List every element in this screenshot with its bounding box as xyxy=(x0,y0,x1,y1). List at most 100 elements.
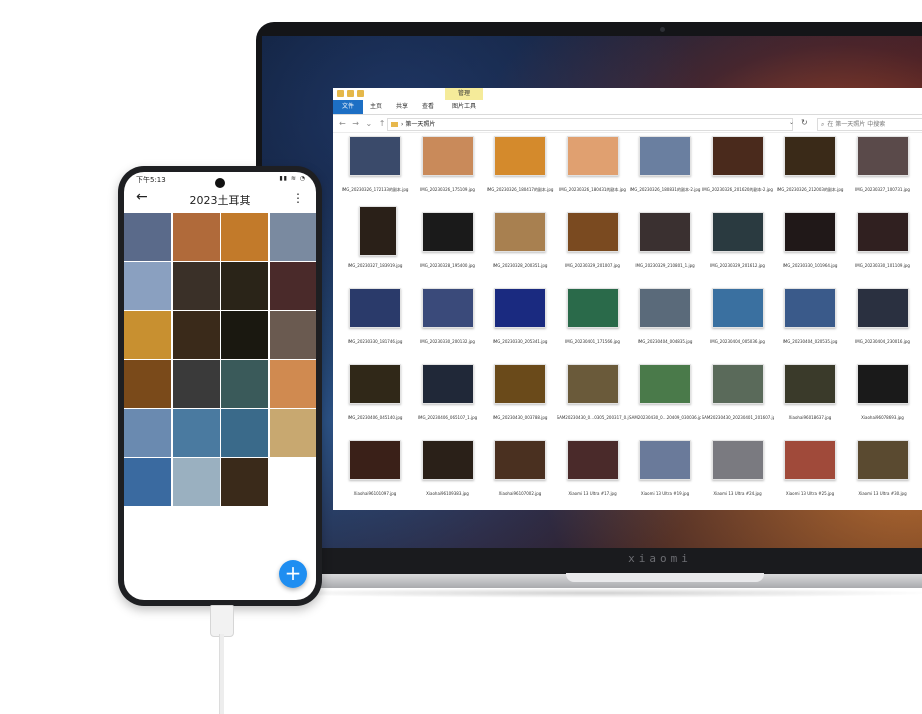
photo-thumbnail[interactable] xyxy=(269,360,316,408)
file-thumbnail xyxy=(566,212,619,252)
file-thumbnail xyxy=(349,288,401,328)
quick-access-toolbar[interactable] xyxy=(337,90,364,97)
tab-view[interactable]: 查看 xyxy=(417,100,439,114)
file-thumbnail xyxy=(639,136,691,176)
photo-thumbnail[interactable] xyxy=(124,311,171,359)
photo-thumbnail[interactable] xyxy=(124,360,171,408)
navigation-arrows[interactable]: ← → ⌄ ↑ xyxy=(339,119,387,128)
album-title: 2023土耳其 xyxy=(189,194,251,207)
more-options-icon[interactable]: ⋮ xyxy=(292,191,304,205)
photo-thumbnail[interactable] xyxy=(172,360,220,408)
file-name: IMG_20230326_212003的副本.jpg xyxy=(776,187,844,192)
file-thumbnail xyxy=(421,288,474,328)
laptop-chin xyxy=(256,548,922,574)
photo-thumbnail[interactable] xyxy=(221,311,268,359)
file-thumbnail xyxy=(494,440,546,480)
photo-thumbnail[interactable] xyxy=(172,213,220,261)
file-thumbnail xyxy=(359,206,397,256)
file-thumbnail xyxy=(494,288,546,328)
file-thumbnail xyxy=(566,440,619,480)
file-thumbnail xyxy=(494,212,546,252)
tab-picture-tools[interactable]: 图片工具 xyxy=(445,100,483,114)
photo-thumbnail[interactable] xyxy=(172,311,220,359)
file-thumbnail xyxy=(856,288,909,328)
photo-thumbnail[interactable] xyxy=(221,262,268,310)
back-arrow-icon[interactable]: ← xyxy=(136,189,148,205)
file-name: IMG_20230326_180831的副本-2.jpg xyxy=(629,187,701,192)
add-button[interactable]: + xyxy=(279,560,307,588)
new-folder-icon[interactable] xyxy=(357,90,364,97)
file-name: IMG_20230330_101964.jpg xyxy=(782,263,838,268)
photo-thumbnail[interactable] xyxy=(124,409,171,457)
file-name: Xiaomi 13 Ultra #17.jpg xyxy=(568,491,617,496)
file-thumbnail xyxy=(856,364,909,404)
status-time: 下午5:13 xyxy=(136,176,166,184)
breadcrumb-separator: › xyxy=(401,121,404,128)
photo-thumbnail[interactable] xyxy=(221,360,268,408)
file-name: IMG_20230327_183919.jpg xyxy=(347,263,403,268)
file-thumbnail xyxy=(711,212,764,252)
file-thumbnail xyxy=(856,212,909,252)
file-thumbnail xyxy=(494,364,546,404)
photo-thumbnail[interactable] xyxy=(124,262,171,310)
file-name: IMG_20230328_200351.jpg xyxy=(492,263,548,268)
photo-thumbnail[interactable] xyxy=(124,213,171,261)
tab-file[interactable]: 文件 xyxy=(333,100,363,114)
file-name: IMG_20230329_201007.jpg xyxy=(565,263,620,268)
file-name: Xiaomi 13 Ultra #24.jpg xyxy=(713,491,762,496)
laptop-camera xyxy=(660,27,665,32)
properties-icon[interactable] xyxy=(347,90,354,97)
file-name: IMG_20230326_172133的副本.jpg xyxy=(341,187,409,192)
file-thumbnail xyxy=(784,288,836,328)
usb-cable xyxy=(219,634,224,714)
file-name: IMG_20230330_205341.jpg xyxy=(492,339,548,344)
breadcrumb-current-folder[interactable]: 第一天照片 xyxy=(405,121,435,128)
file-name: IMG_20230406_045140.jpg xyxy=(347,415,403,420)
photo-thumbnail[interactable] xyxy=(269,213,316,261)
photo-thumbnail[interactable] xyxy=(221,458,268,506)
file-name: IMG_20230326_180417的副本.jpg xyxy=(486,187,554,192)
address-bar[interactable]: › 第一天照片 xyxy=(387,118,793,131)
address-bar-row: ← → ⌄ ↑ › 第一天照片 ⌄ ↻ ⌕ 在 第一天照片 中搜索 xyxy=(333,116,922,133)
file-name: Xiaohai96101097.jpg xyxy=(353,491,397,496)
file-thumbnail xyxy=(711,288,764,328)
search-icon: ⌕ xyxy=(821,121,825,128)
file-name: IMG_20230404_004835.jpg xyxy=(637,339,693,344)
file-name: SAM20230430_0…20409_030036.jpg xyxy=(629,415,701,420)
file-thumbnail xyxy=(711,136,764,176)
photo-thumbnail[interactable] xyxy=(124,458,171,506)
file-thumbnail xyxy=(421,440,474,480)
photo-thumbnail[interactable] xyxy=(269,311,316,359)
search-input[interactable]: ⌕ 在 第一天照片 中搜索 xyxy=(817,118,922,131)
refresh-icon[interactable]: ↻ xyxy=(801,118,808,127)
file-name: Xiaohai96078693.jpg xyxy=(861,415,904,420)
file-thumbnail xyxy=(349,364,401,404)
file-name: Xiaohai96018637.jpg xyxy=(788,415,832,420)
file-name: IMG_20230330_200132.jpg xyxy=(420,339,475,344)
file-thumbnail xyxy=(639,440,691,480)
file-thumbnail xyxy=(784,364,836,404)
photo-thumbnail[interactable] xyxy=(269,262,316,310)
photo-thumbnail[interactable] xyxy=(221,409,268,457)
tab-share[interactable]: 共享 xyxy=(391,100,413,114)
photo-thumbnail[interactable] xyxy=(172,262,220,310)
photo-thumbnail[interactable] xyxy=(221,213,268,261)
context-tab-manage: 管理 xyxy=(445,88,483,100)
folder-icon[interactable] xyxy=(337,90,344,97)
file-thumbnail xyxy=(421,212,474,252)
file-thumbnail xyxy=(639,288,691,328)
photo-thumbnail[interactable] xyxy=(172,409,220,457)
file-name: Xiaohai96107002.jpg xyxy=(498,491,542,496)
file-name: IMG_20230404_005036.jpg xyxy=(710,339,765,344)
address-dropdown-icon[interactable]: ⌄ xyxy=(789,119,794,126)
tab-home[interactable]: 主页 xyxy=(365,100,387,114)
file-thumbnail xyxy=(566,288,619,328)
laptop-brand-logo: xiaomi xyxy=(628,552,692,565)
laptop-shadow xyxy=(250,588,922,598)
file-name: IMG_20230430_003788.jpg xyxy=(492,415,548,420)
file-name: IMG_20230326_201620的副本-2.jpg xyxy=(702,187,773,192)
photo-thumbnail[interactable] xyxy=(269,409,316,457)
file-thumbnail xyxy=(856,136,909,176)
file-thumbnail xyxy=(784,212,836,252)
photo-thumbnail[interactable] xyxy=(172,458,220,506)
